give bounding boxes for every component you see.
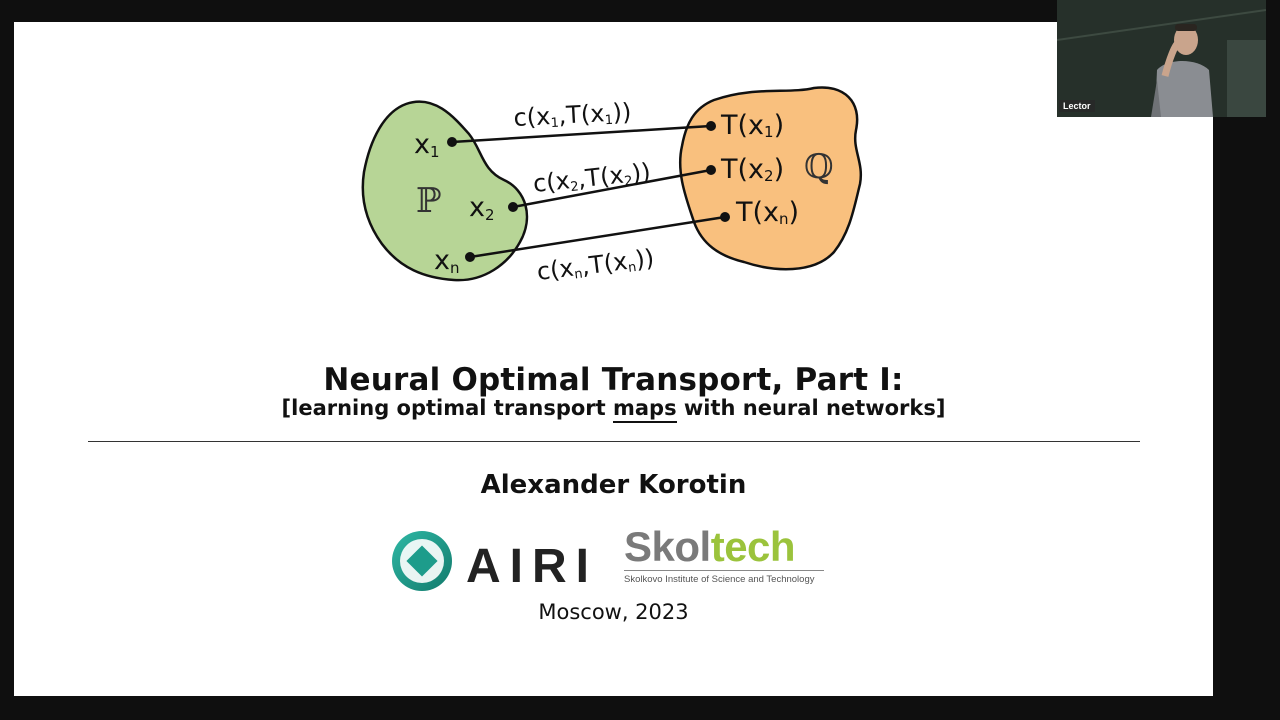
- slide-subtitle: [learning optimal transport maps with ne…: [14, 396, 1213, 423]
- airi-logo-text: AIRI: [466, 540, 598, 593]
- label-tx1: T(x1): [720, 110, 784, 141]
- point-tx1: [706, 121, 716, 131]
- cost-label-1: c(x1,T(x1)): [513, 98, 632, 133]
- slide-title: Neural Optimal Transport, Part I:: [323, 362, 904, 398]
- cost-label-n: c(xn,T(xn)): [535, 244, 656, 287]
- webcam-label: Lector: [1059, 100, 1095, 112]
- skoltech-logo-wordmark: Skoltech: [624, 523, 796, 570]
- divider-line: [88, 441, 1140, 442]
- subtitle-part-2: with neural networks]: [676, 396, 946, 420]
- label-txn: T(xn): [735, 197, 799, 228]
- location-date: Moscow, 2023: [538, 600, 689, 624]
- presentation-slide: ℙ ℚ x1 x2 xn T(x1) T(x2) T(xn) c(x1,T(x1…: [14, 22, 1213, 696]
- airi-logo: AIRI: [392, 531, 598, 593]
- point-txn: [720, 212, 730, 222]
- set-q-label: ℚ: [804, 147, 834, 187]
- point-tx2: [706, 165, 716, 175]
- skoltech-logo: Skoltech Skolkovo Institute of Science a…: [624, 525, 824, 585]
- set-p-label: ℙ: [416, 181, 442, 221]
- subtitle-underlined-word: maps: [612, 396, 677, 423]
- label-tx2: T(x2): [720, 154, 784, 185]
- point-x2: [508, 202, 518, 212]
- author-name: Alexander Korotin: [480, 470, 747, 500]
- subtitle-part-1: [learning optimal transport: [281, 396, 613, 420]
- point-x1: [447, 137, 457, 147]
- point-xn: [465, 252, 475, 262]
- transport-diagram: ℙ ℚ x1 x2 xn T(x1) T(x2) T(xn) c(x1,T(x1…: [361, 86, 863, 287]
- skoltech-logo-subtitle: Skolkovo Institute of Science and Techno…: [624, 574, 815, 585]
